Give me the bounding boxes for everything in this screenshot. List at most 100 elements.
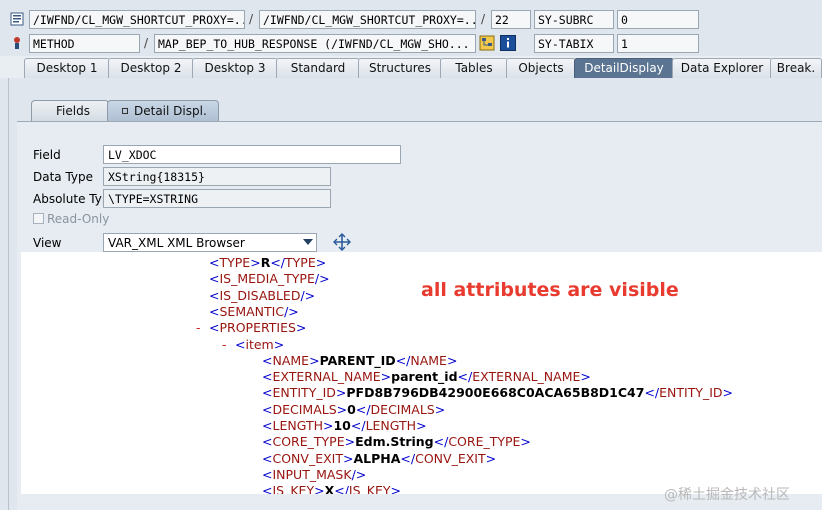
field-label: Field bbox=[33, 148, 61, 162]
xml-bracket: > bbox=[580, 369, 591, 385]
xml-bracket: </ bbox=[400, 450, 416, 466]
include-field[interactable]: /IWFND/CL_MGW_SHORTCUT_PROXY=... bbox=[259, 10, 476, 29]
line-field[interactable]: 22 bbox=[491, 10, 531, 29]
xml-tag-name: EXTERNAL_NAME bbox=[472, 369, 581, 385]
xml-line: <INPUT_MASK/> bbox=[262, 467, 366, 483]
xml-tag-name: CONV_EXIT bbox=[415, 450, 486, 466]
tab-desktop-2[interactable]: Desktop 2 bbox=[108, 58, 194, 78]
event-type-field[interactable]: METHOD bbox=[29, 34, 140, 53]
tab-detail-displ[interactable]: Detail Displ. bbox=[107, 100, 219, 122]
xml-value: R bbox=[260, 255, 271, 270]
xml-bracket: > bbox=[485, 450, 497, 466]
xml-bracket: /> bbox=[351, 466, 367, 482]
sysvar-value-field[interactable]: 1 bbox=[617, 34, 699, 53]
xml-bracket: > bbox=[314, 483, 325, 494]
tab-break[interactable]: Break. bbox=[770, 58, 822, 78]
xml-bracket: < bbox=[209, 271, 220, 287]
tab-objects[interactable]: Objects bbox=[506, 58, 576, 78]
xml-tag-name: INPUT_MASK bbox=[272, 466, 352, 482]
view-row: View VAR_XML XML Browser bbox=[33, 233, 413, 253]
xml-bracket: < bbox=[262, 369, 273, 385]
sysvar-name-field[interactable]: SY-SUBRC bbox=[534, 10, 614, 29]
hierarchy-icon[interactable] bbox=[479, 35, 495, 51]
xml-value: PARENT_ID bbox=[319, 352, 396, 368]
tab-fields[interactable]: Fields bbox=[31, 100, 109, 122]
tab-desktop-3[interactable]: Desktop 3 bbox=[192, 58, 278, 78]
xml-bracket: /> bbox=[284, 303, 299, 319]
xml-tag-name: LENGTH bbox=[365, 418, 417, 433]
xml-bracket: < bbox=[209, 255, 220, 270]
view-switch-icon[interactable] bbox=[333, 233, 351, 251]
xml-value: 0 bbox=[347, 401, 356, 417]
xml-tag-name: DECIMALS bbox=[272, 401, 337, 417]
absolute-type-value: \TYPE=XSTRING bbox=[103, 189, 331, 208]
xml-bracket: < bbox=[209, 303, 220, 319]
xml-bracket: > bbox=[322, 418, 334, 433]
tab-data-explorer[interactable]: Data Explorer bbox=[672, 58, 772, 78]
xml-line: <CORE_TYPE>Edm.String</CORE_TYPE> bbox=[262, 434, 531, 450]
tab-tables[interactable]: Tables bbox=[440, 58, 508, 78]
xml-tag-name: LENGTH bbox=[272, 418, 323, 433]
xml-bracket: < bbox=[235, 336, 246, 352]
xml-bracket: < bbox=[262, 401, 273, 417]
xml-tag-name: NAME bbox=[272, 352, 310, 368]
xml-line: <EXTERNAL_NAME>parent_id</EXTERNAL_NAME> bbox=[262, 369, 591, 385]
read-only-checkbox[interactable] bbox=[33, 213, 44, 224]
separator: / bbox=[249, 12, 254, 26]
xml-bracket: < bbox=[262, 352, 273, 368]
field-name-input[interactable]: LV_XDOC bbox=[103, 145, 401, 164]
watermark: @稀土掘金技术社区 bbox=[664, 487, 790, 503]
xml-tag-name: NAME bbox=[410, 352, 447, 368]
sysvar-name-field[interactable]: SY-TABIX bbox=[534, 34, 614, 53]
xml-bracket: > bbox=[250, 255, 261, 270]
xml-bracket: < bbox=[262, 466, 273, 482]
xml-bracket: > bbox=[336, 401, 348, 417]
tab-structures[interactable]: Structures bbox=[358, 58, 442, 78]
data-type-row: Data Type XString{18315} bbox=[33, 167, 413, 187]
info-icon[interactable] bbox=[500, 35, 516, 51]
tab-standard[interactable]: Standard bbox=[276, 58, 360, 78]
sysvar-value-field[interactable]: 0 bbox=[617, 10, 699, 29]
tab-desktop-1[interactable]: Desktop 1 bbox=[24, 58, 110, 78]
xml-tag-name: CORE_TYPE bbox=[272, 434, 345, 450]
xml-line: <IS_DISABLED/> bbox=[209, 288, 315, 304]
xml-value: 10 bbox=[333, 418, 351, 433]
xml-bracket: < bbox=[262, 450, 273, 466]
view-select[interactable]: VAR_XML XML Browser bbox=[103, 233, 317, 252]
header-row-program: /IWFND/CL_MGW_SHORTCUT_PROXY=... / /IWFN… bbox=[0, 10, 822, 30]
xml-tag-name: IS_DISABLED bbox=[219, 287, 301, 303]
xml-bracket: < bbox=[209, 287, 220, 303]
xml-bracket: /> bbox=[300, 287, 316, 303]
xml-tag-name: ENTITY_ID bbox=[272, 385, 336, 401]
xml-value: ALPHA bbox=[353, 450, 401, 466]
method-field[interactable]: MAP_BEP_TO_HUB_RESPONSE (/IWFND/CL_MGW_S… bbox=[154, 34, 476, 53]
tab-square-icon bbox=[122, 108, 128, 114]
xml-bracket: > bbox=[446, 352, 458, 368]
collapse-toggle[interactable]: - bbox=[196, 320, 201, 336]
xml-bracket: > bbox=[295, 320, 307, 336]
xml-line: <TYPE>R</TYPE> bbox=[209, 255, 326, 271]
xml-bracket: > bbox=[416, 418, 427, 433]
xml-line: <NAME>PARENT_ID</NAME> bbox=[262, 353, 457, 369]
data-type-value: XString{18315} bbox=[103, 167, 331, 186]
xml-line: <DECIMALS>0</DECIMALS> bbox=[262, 402, 445, 418]
xml-value: PFD8B796DB42900E668C0ACA65B8D1C47 bbox=[346, 385, 645, 401]
xml-bracket: > bbox=[273, 336, 285, 352]
method-icon bbox=[14, 37, 20, 49]
field-row: Field LV_XDOC bbox=[33, 145, 413, 165]
xml-bracket: </ bbox=[355, 401, 371, 417]
xml-bracket: </ bbox=[334, 483, 349, 494]
xml-line: - <item> bbox=[222, 336, 285, 353]
xml-bracket: > bbox=[315, 255, 327, 270]
xml-bracket: < bbox=[262, 434, 273, 450]
absolute-type-row: Absolute Type \TYPE=XSTRING bbox=[33, 189, 413, 209]
xml-tag-name: EXTERNAL_NAME bbox=[272, 369, 381, 385]
collapse-toggle[interactable]: - bbox=[222, 337, 227, 353]
xml-tag-name: TYPE bbox=[219, 255, 251, 270]
xml-line: - <PROPERTIES> bbox=[196, 320, 307, 336]
view-label: View bbox=[33, 236, 62, 250]
tab-detail-display[interactable]: DetailDisplay bbox=[574, 58, 674, 78]
xml-tag-name: DECIMALS bbox=[370, 401, 435, 417]
program-field[interactable]: /IWFND/CL_MGW_SHORTCUT_PROXY=... bbox=[29, 10, 245, 29]
desktop-tab-strip: Desktop 1 Desktop 2 Desktop 3 Standard S… bbox=[0, 56, 822, 78]
